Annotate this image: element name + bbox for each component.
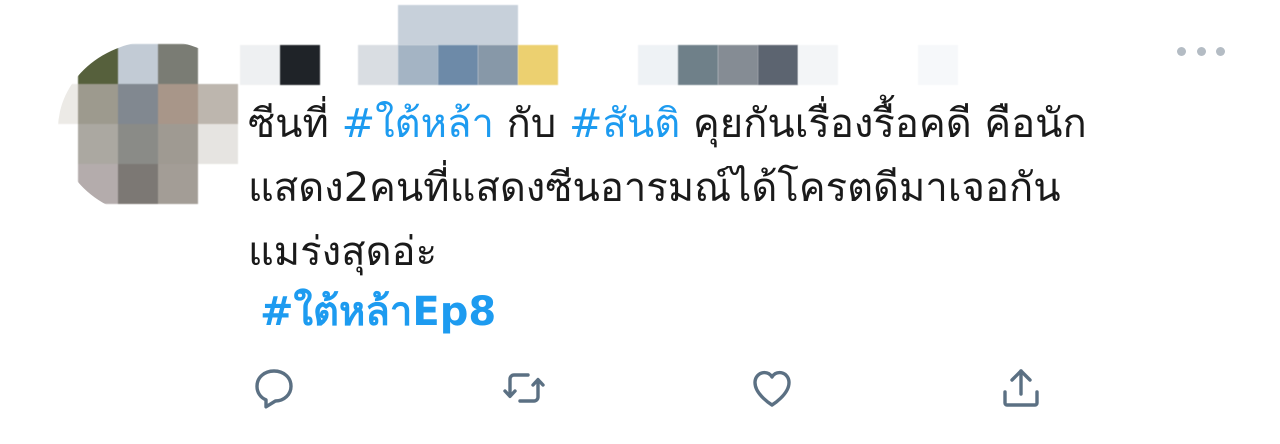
tweet: ซีนที่ #ใต้หล้า กับ #สันติ คุยกันเรื่องร… [0,0,1280,444]
share-icon [1003,369,1039,407]
more-dot [1177,46,1186,56]
retweet-icon [503,373,545,403]
more-options-icon[interactable] [1177,40,1225,62]
more-dot [1216,46,1225,56]
reply-icon [255,369,293,409]
avatar[interactable] [58,44,238,214]
tweet-actions [0,360,1280,416]
text-segment: คุยกันเรื่องรื้อคดี คือนัก [680,101,1087,147]
share-button[interactable] [993,360,1049,416]
heart-icon [753,370,791,407]
like-button[interactable] [744,360,800,416]
tweet-text-line: แสดง2คนที่แสดงซีนอารมณ์ได้โครตดีมาเจอกัน [248,156,1228,220]
tweet-text: ซีนที่ #ใต้หล้า กับ #สันติ คุยกันเรื่องร… [248,92,1228,284]
more-dot [1196,46,1206,56]
retweet-button[interactable] [496,360,552,416]
reply-button[interactable] [246,360,302,416]
hashtag-link-ep8[interactable]: #ใต้หล้าEp8 [260,286,496,338]
tweet-text-line: ซีนที่ #ใต้หล้า กับ #สันติ คุยกันเรื่องร… [248,92,1228,156]
text-segment: แมร่งสุดอ่ะ [248,229,438,275]
hashtag-link[interactable]: #ใต้หล้า [342,101,494,147]
hashtag-link[interactable]: #สันติ [569,101,680,147]
text-segment: ซีนที่ [248,101,342,147]
text-segment: แสดง2คนที่แสดงซีนอารมณ์ได้โครตดีมาเจอกัน [248,165,1061,211]
text-segment: กับ [493,101,569,147]
tweet-text-line: แมร่งสุดอ่ะ [248,220,1228,284]
